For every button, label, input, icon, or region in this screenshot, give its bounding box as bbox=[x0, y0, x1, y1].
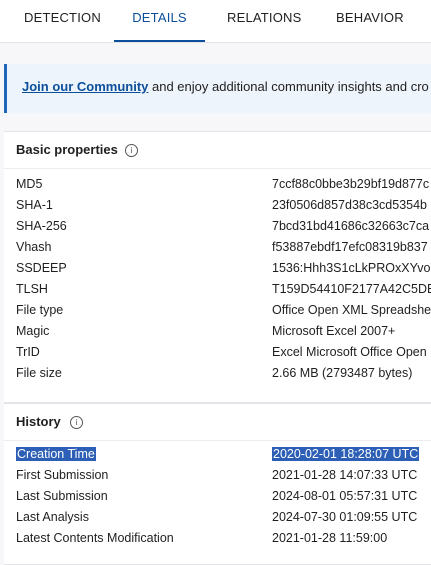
property-key: SHA-256 bbox=[16, 219, 67, 233]
property-key: MD5 bbox=[16, 177, 43, 191]
property-value: 2024-07-30 01:09:55 UTC bbox=[272, 510, 418, 524]
banner-text: and enjoy additional community insights … bbox=[148, 79, 429, 94]
property-value: 1536:Hhh3S1cLkPROxXYvoY bbox=[272, 261, 431, 275]
property-key: Vhash bbox=[16, 240, 52, 254]
property-key: Latest Contents Modification bbox=[16, 531, 174, 545]
property-key: TrID bbox=[16, 345, 40, 359]
section-title: Basic properties bbox=[16, 142, 118, 157]
basic-properties-header: Basic properties i bbox=[4, 132, 431, 169]
community-banner: Join our Community and enjoy additional … bbox=[4, 64, 431, 113]
property-value: 7bcd31bd41686c32663c7ca bbox=[272, 219, 430, 233]
property-row: File size 2.66 MB (2793487 bytes) bbox=[4, 363, 431, 384]
property-value: T159D54410F2177A42C5DB bbox=[272, 282, 431, 296]
property-row: SHA-256 7bcd31bd41686c32663c7ca bbox=[4, 216, 431, 237]
property-row: SHA-1 23f0506d857d38c3cd5354b bbox=[4, 195, 431, 216]
property-value: 2020-02-01 18:28:07 UTC bbox=[272, 447, 420, 461]
property-row: TLSH T159D54410F2177A42C5DB bbox=[4, 279, 431, 300]
tab-relations[interactable]: RELATIONS bbox=[227, 0, 302, 40]
property-value: Excel Microsoft Office Open bbox=[272, 345, 427, 359]
info-icon[interactable]: i bbox=[70, 416, 83, 429]
property-value: 7ccf88c0bbe3b29bf19d877c bbox=[272, 177, 430, 191]
join-community-link[interactable]: Join our Community bbox=[22, 79, 148, 94]
property-value: 2021-01-28 14:07:33 UTC bbox=[272, 468, 418, 482]
property-key: Magic bbox=[16, 324, 50, 338]
banner-message: Join our Community and enjoy additional … bbox=[22, 79, 429, 94]
property-value: 2024-08-01 05:57:31 UTC bbox=[272, 489, 418, 503]
basic-properties-card: Basic properties i MD5 7ccf88c0bbe3b29bf1… bbox=[4, 131, 431, 403]
property-row: Last Analysis 2024-07-30 01:09:55 UTC bbox=[4, 507, 431, 528]
property-value: 2.66 MB (2793487 bytes) bbox=[272, 366, 413, 380]
property-key: Creation Time bbox=[16, 447, 96, 461]
property-row: File type Office Open XML Spreadshe bbox=[4, 300, 431, 321]
property-key: SSDEEP bbox=[16, 261, 67, 275]
tab-detection[interactable]: DETECTION bbox=[24, 0, 101, 40]
property-row: Creation Time 2020-02-01 18:28:07 UTC bbox=[4, 444, 431, 465]
property-key: File type bbox=[16, 303, 64, 317]
property-value: 23f0506d857d38c3cd5354b bbox=[272, 198, 428, 212]
property-value: 2021-01-28 11:59:00 bbox=[272, 531, 388, 545]
property-key: File size bbox=[16, 366, 62, 380]
property-row: SSDEEP 1536:Hhh3S1cLkPROxXYvoY bbox=[4, 258, 431, 279]
tab-behavior[interactable]: BEHAVIOR bbox=[336, 0, 404, 40]
property-row: Magic Microsoft Excel 2007+ bbox=[4, 321, 431, 342]
property-key: First Submission bbox=[16, 468, 109, 482]
history-header: History i bbox=[4, 404, 431, 441]
tab-bar: DETECTION DETAILS RELATIONS BEHAVIOR bbox=[0, 0, 431, 43]
property-row: Last Submission 2024-08-01 05:57:31 UTC bbox=[4, 486, 431, 507]
property-key: SHA-1 bbox=[16, 198, 53, 212]
section-title: History bbox=[16, 414, 61, 429]
property-key: Last Analysis bbox=[16, 510, 89, 524]
property-key: TLSH bbox=[16, 282, 48, 296]
info-icon[interactable]: i bbox=[125, 144, 138, 157]
property-row: First Submission 2021-01-28 14:07:33 UTC bbox=[4, 465, 431, 486]
history-card: History i Creation Time 2020-02-01 18:28:… bbox=[4, 403, 431, 565]
property-row: Latest Contents Modification 2021-01-28 1… bbox=[4, 528, 431, 549]
property-key: Last Submission bbox=[16, 489, 108, 503]
tab-details[interactable]: DETAILS bbox=[114, 0, 205, 42]
property-value: f53887ebdf17efc08319b837 bbox=[272, 240, 428, 254]
property-row: Vhash f53887ebdf17efc08319b837 bbox=[4, 237, 431, 258]
property-value: Microsoft Excel 2007+ bbox=[272, 324, 396, 338]
property-row: TrID Excel Microsoft Office Open bbox=[4, 342, 431, 363]
property-value: Office Open XML Spreadshe bbox=[272, 303, 431, 317]
property-row: MD5 7ccf88c0bbe3b29bf19d877c bbox=[4, 174, 431, 195]
